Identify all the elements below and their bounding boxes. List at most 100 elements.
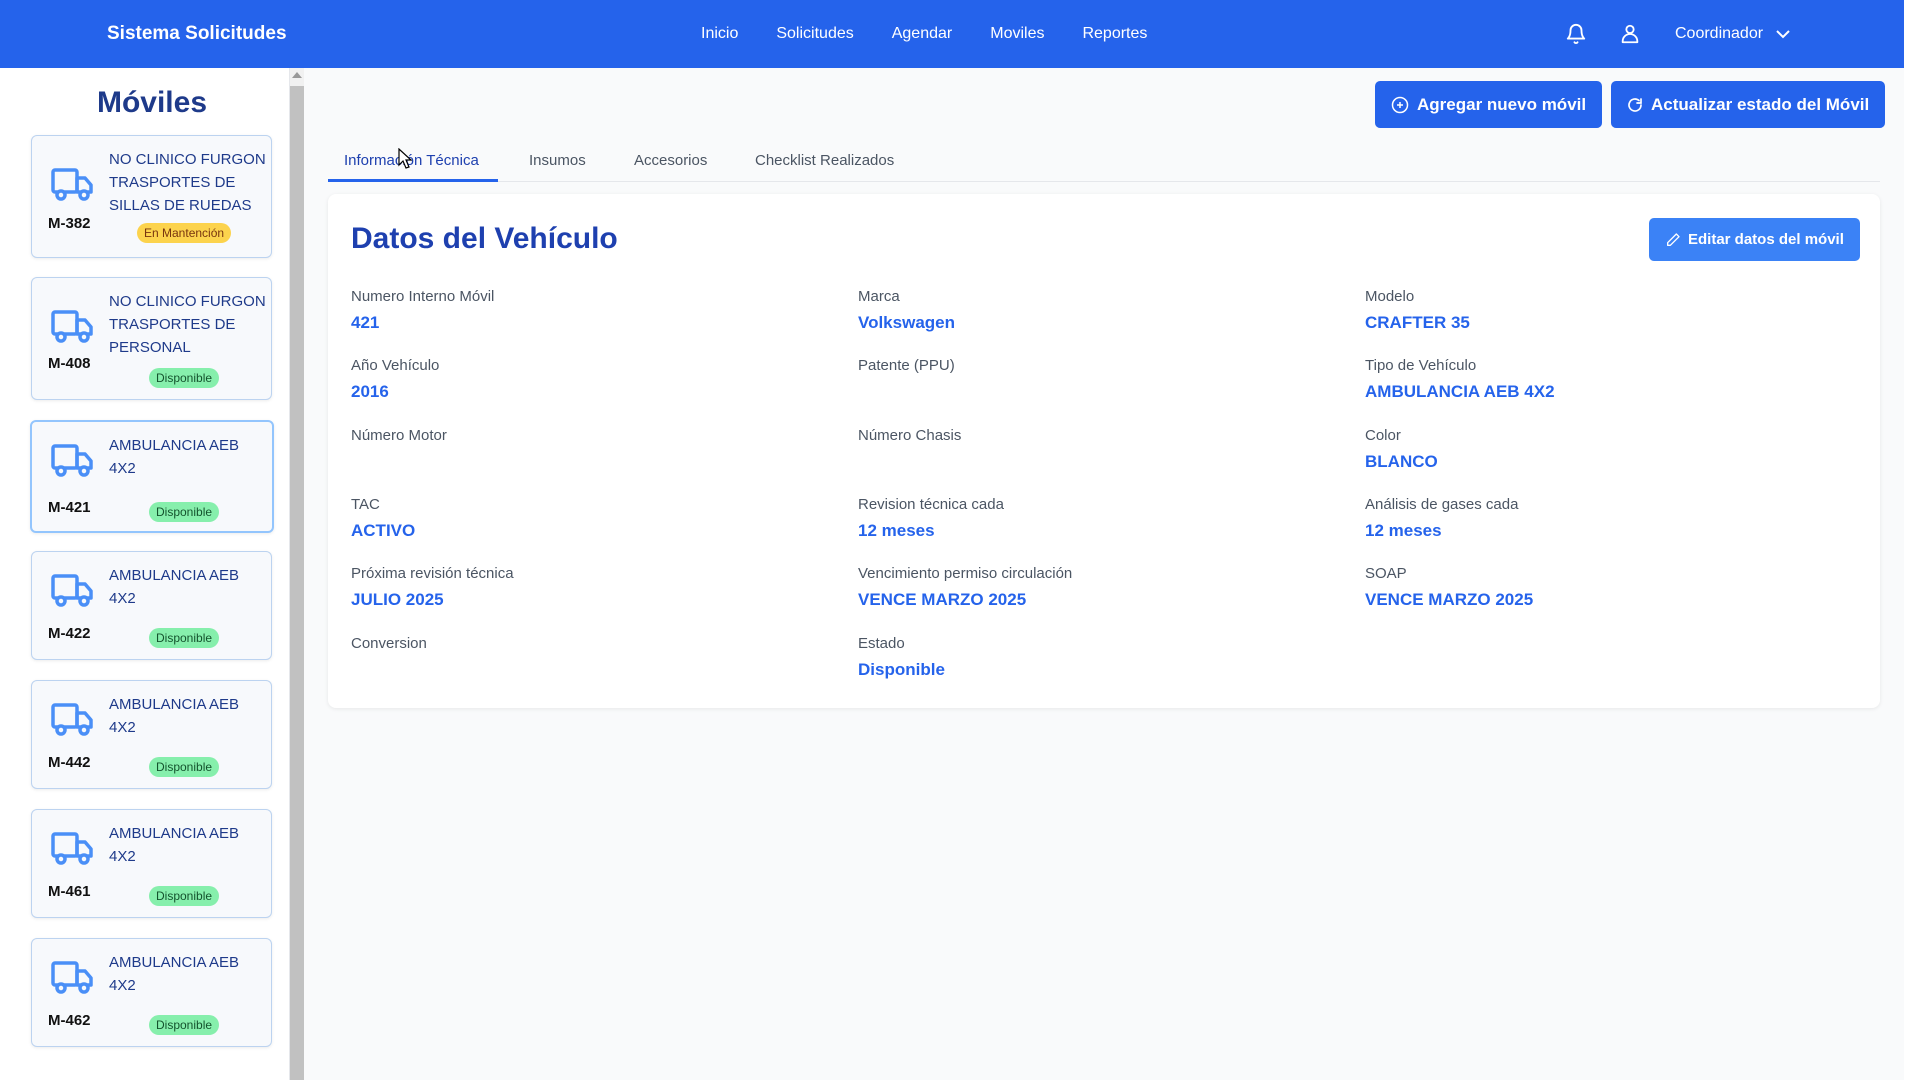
pencil-icon [1667, 232, 1680, 246]
mobile-name: AMBULANCIA AEB 4X2 [109, 696, 240, 736]
status-badge: Disponible [149, 757, 220, 777]
update-mobile-status-button[interactable]: Actualizar estado del Móvil [1611, 81, 1886, 128]
vehicle-field: Conversion [351, 635, 831, 682]
mobile-card[interactable]: M-442 AMBULANCIA AEB 4X2 Disponible [31, 680, 272, 789]
field-label: Análisis de gases cada [1365, 496, 1519, 513]
mobile-card[interactable]: M-408 NO CLINICO FURGON TRASPORTES DE PER… [31, 277, 272, 400]
field-value: 12 meses [858, 521, 935, 540]
field-value [858, 382, 1338, 404]
vehicle-field: Vencimiento permiso circulación VENCE MAR… [858, 565, 1338, 612]
vehicle-field: Estado Disponible [858, 635, 1338, 682]
truck-icon [51, 168, 93, 201]
status-badge: Disponible [149, 368, 220, 388]
vehicle-field: Numero Interno Móvil 421 [351, 288, 831, 335]
field-value: JULIO 2025 [351, 590, 444, 609]
field-value [351, 660, 831, 682]
mobile-card[interactable]: M-382 NO CLINICO FURGON TRASPORTES DE SIL… [31, 135, 272, 258]
active-tab-indicator [328, 179, 498, 182]
mobile-card[interactable]: M-421 AMBULANCIA AEB 4X2 Disponible [30, 420, 274, 533]
field-label: Color [1365, 427, 1401, 444]
mobile-code: M-442 [48, 754, 91, 771]
field-value [351, 452, 831, 474]
field-label: Conversion [351, 635, 427, 652]
field-label: Número Chasis [858, 427, 962, 444]
mobile-name: AMBULANCIA AEB 4X2 [109, 825, 240, 865]
add-mobile-label: Agregar nuevo móvil [1417, 94, 1587, 114]
mobile-name: AMBULANCIA AEB 4X2 [109, 567, 240, 607]
sidebar-scrollbar-thumb[interactable] [290, 86, 304, 1080]
field-label: Marca [858, 288, 900, 305]
mobile-code: M-408 [48, 355, 91, 372]
vehicle-field: Próxima revisión técnica JULIO 2025 [351, 565, 831, 612]
mobile-name: NO CLINICO FURGON TRASPORTES DE PERSONAL [109, 293, 266, 356]
truck-icon [51, 574, 93, 607]
mobile-name: NO CLINICO FURGON TRASPORTES DE SILLAS D… [109, 151, 266, 214]
field-label: Vencimiento permiso circulación [858, 565, 1073, 582]
mobile-card[interactable]: M-462 AMBULANCIA AEB 4X2 Disponible [31, 938, 272, 1047]
mobile-code: M-462 [48, 1012, 91, 1029]
field-value [858, 452, 1338, 474]
mobile-card[interactable]: M-422 AMBULANCIA AEB 4X2 Disponible [31, 551, 272, 660]
vehicle-field: Modelo CRAFTER 35 [1365, 288, 1845, 335]
status-badge: Disponible [149, 1015, 220, 1035]
field-label: Modelo [1365, 288, 1415, 305]
field-label: Patente (PPU) [858, 357, 955, 374]
bell-icon[interactable] [1565, 23, 1587, 45]
user-menu[interactable]: Coordinador [1675, 25, 1790, 43]
nav-agendar[interactable]: Agendar [892, 25, 953, 43]
field-label: Numero Interno Móvil [351, 288, 495, 305]
tab-accesorios[interactable]: Accesorios [634, 152, 707, 169]
nav-reportes[interactable]: Reportes [1082, 25, 1147, 43]
mobile-code: M-421 [48, 499, 91, 516]
vehicle-data-panel: Datos del Vehículo Editar datos del móvi… [328, 194, 1880, 708]
truck-icon [51, 832, 93, 865]
status-badge: En Mantención [137, 223, 232, 243]
vehicle-field: Color BLANCO [1365, 427, 1845, 474]
top-navbar: Sistema Solicitudes Inicio Solicitudes A… [0, 0, 1904, 68]
vehicle-field: Revision técnica cada 12 meses [858, 496, 1338, 543]
field-label: Número Motor [351, 427, 447, 444]
field-label: Estado [858, 635, 905, 652]
sidebar-title: Móviles [96, 86, 208, 119]
field-value: 2016 [351, 382, 389, 401]
status-badge: Disponible [149, 502, 220, 522]
field-value: CRAFTER 35 [1365, 313, 1470, 332]
nav-inicio[interactable]: Inicio [701, 25, 738, 43]
field-value: VENCE MARZO 2025 [1365, 590, 1534, 609]
vehicle-field: Número Motor [351, 427, 831, 474]
truck-icon [51, 961, 93, 994]
field-label: Año Vehículo [351, 357, 440, 374]
tab-insumos[interactable]: Insumos [529, 152, 586, 169]
mobile-card[interactable]: M-461 AMBULANCIA AEB 4X2 Disponible [31, 809, 272, 918]
field-label: Revision técnica cada [858, 496, 1004, 513]
field-value: ACTIVO [351, 521, 416, 540]
panel-title: Datos del Vehículo [351, 222, 618, 255]
vehicle-field: Año Vehículo 2016 [351, 357, 831, 404]
tab-bar: Información Técnica Insumos Accesorios C… [328, 140, 1880, 182]
truck-icon [51, 310, 93, 343]
nav-moviles[interactable]: Moviles [990, 25, 1044, 43]
field-value: BLANCO [1365, 452, 1438, 471]
field-label: Tipo de Vehículo [1365, 357, 1477, 374]
field-value: Disponible [858, 660, 945, 679]
update-mobile-status-label: Actualizar estado del Móvil [1651, 94, 1870, 114]
status-badge: Disponible [149, 628, 220, 648]
tab-checklist-realizados[interactable]: Checklist Realizados [755, 152, 894, 169]
plus-circle-icon [1391, 96, 1409, 113]
mouse-cursor-icon [398, 148, 412, 169]
edit-mobile-label: Editar datos del móvil [1688, 231, 1844, 248]
edit-mobile-button[interactable]: Editar datos del móvil [1649, 218, 1860, 261]
app-title[interactable]: Sistema Solicitudes [107, 23, 287, 45]
nav-solicitudes[interactable]: Solicitudes [776, 25, 853, 43]
chevron-down-icon [1775, 30, 1790, 39]
add-mobile-button[interactable]: Agregar nuevo móvil [1375, 81, 1603, 128]
scroll-up-arrow-icon[interactable] [292, 72, 302, 78]
field-value: VENCE MARZO 2025 [858, 590, 1027, 609]
mobile-code: M-382 [48, 215, 91, 232]
refresh-icon [1628, 97, 1642, 112]
mobile-name: AMBULANCIA AEB 4X2 [109, 954, 240, 994]
vehicle-field: Tipo de Vehículo AMBULANCIA AEB 4X2 [1365, 357, 1845, 404]
mobile-name: AMBULANCIA AEB 4X2 [109, 437, 240, 477]
user-icon[interactable] [1619, 23, 1641, 45]
field-value: AMBULANCIA AEB 4X2 [1365, 382, 1555, 401]
